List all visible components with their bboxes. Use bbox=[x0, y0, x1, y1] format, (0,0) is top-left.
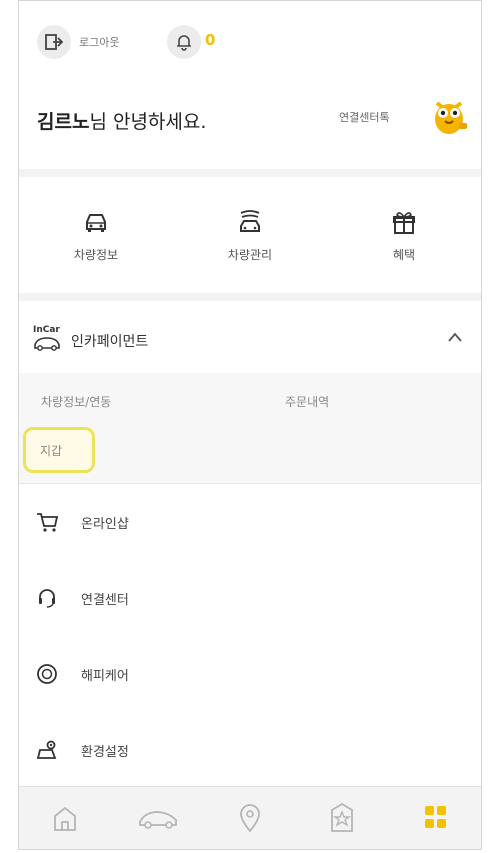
top-section: 로그아웃 0 김르노님 안녕하세요. 연결센터톡 bbox=[19, 1, 481, 177]
headset-icon bbox=[39, 589, 55, 608]
submenu-order-history[interactable]: 주문내역 bbox=[285, 393, 329, 410]
grid-menu-icon[interactable] bbox=[413, 800, 457, 836]
logout-button[interactable] bbox=[37, 25, 71, 59]
menu-label: 환경설정 bbox=[81, 744, 129, 760]
menu-label: 해피케어 bbox=[81, 668, 129, 684]
incar-payment-header[interactable]: InCar 인카페이먼트 bbox=[19, 301, 481, 373]
incar-logo-text: InCar bbox=[33, 325, 60, 335]
care-icon bbox=[37, 664, 57, 684]
car-icon[interactable] bbox=[136, 800, 180, 836]
greeting: 김르노님 안녕하세요. bbox=[37, 107, 206, 134]
cart-icon bbox=[37, 513, 59, 532]
notification-count: 0 bbox=[205, 31, 216, 49]
menu-item-contact-center[interactable]: 연결센터 bbox=[19, 560, 481, 636]
settings-icon bbox=[36, 740, 57, 759]
mascot-icon[interactable] bbox=[429, 93, 469, 137]
car-front-icon bbox=[86, 213, 106, 232]
quick-item-benefits[interactable]: 혜택 bbox=[344, 208, 464, 263]
chevron-up-icon[interactable] bbox=[447, 331, 463, 343]
location-icon[interactable] bbox=[228, 800, 272, 836]
menu-label: 온라인샵 bbox=[81, 516, 129, 532]
menu-item-settings[interactable]: 환경설정 bbox=[19, 712, 481, 788]
quick-item-label: 혜택 bbox=[392, 247, 416, 262]
submenu-vehicle-link[interactable]: 차량정보/연동 bbox=[41, 393, 111, 410]
quick-item-label: 차량정보 bbox=[73, 247, 119, 262]
app-frame: 로그아웃 0 김르노님 안녕하세요. 연결센터톡 차량정보 차량관리 혜택 In… bbox=[18, 0, 482, 850]
menu-label: 연결센터 bbox=[81, 592, 129, 608]
car-outline-icon bbox=[34, 337, 60, 351]
logout-icon bbox=[45, 34, 64, 50]
bottom-navigation bbox=[19, 786, 481, 849]
notification-button[interactable] bbox=[167, 25, 201, 59]
incar-logo: InCar bbox=[33, 325, 63, 353]
quick-item-vehicle-care[interactable]: 차량관리 bbox=[190, 208, 310, 263]
bell-icon bbox=[177, 35, 191, 51]
menu-item-happy-care[interactable]: 해피케어 bbox=[19, 636, 481, 712]
car-wash-icon bbox=[240, 209, 260, 232]
home-icon[interactable] bbox=[43, 800, 87, 836]
incar-submenu: 차량정보/연동 주문내역 지갑 bbox=[19, 373, 481, 484]
quick-menu: 차량정보 차량관리 혜택 bbox=[19, 177, 481, 301]
incar-title: 인카페이먼트 bbox=[71, 334, 149, 350]
wallet-button[interactable]: 지갑 bbox=[23, 427, 95, 473]
star-icon[interactable] bbox=[320, 800, 364, 836]
user-name: 김르노 bbox=[37, 111, 90, 133]
wallet-label: 지갑 bbox=[40, 443, 63, 458]
logout-label[interactable]: 로그아웃 bbox=[79, 34, 119, 50]
quick-item-label: 차량관리 bbox=[227, 247, 273, 262]
menu-item-online-shop[interactable]: 온라인샵 bbox=[19, 484, 481, 560]
gift-icon bbox=[393, 211, 415, 234]
contact-center-link[interactable]: 연결센터톡 bbox=[339, 109, 390, 125]
greeting-suffix: 님 안녕하세요. bbox=[89, 111, 207, 133]
quick-item-vehicle-info[interactable]: 차량정보 bbox=[36, 208, 156, 263]
